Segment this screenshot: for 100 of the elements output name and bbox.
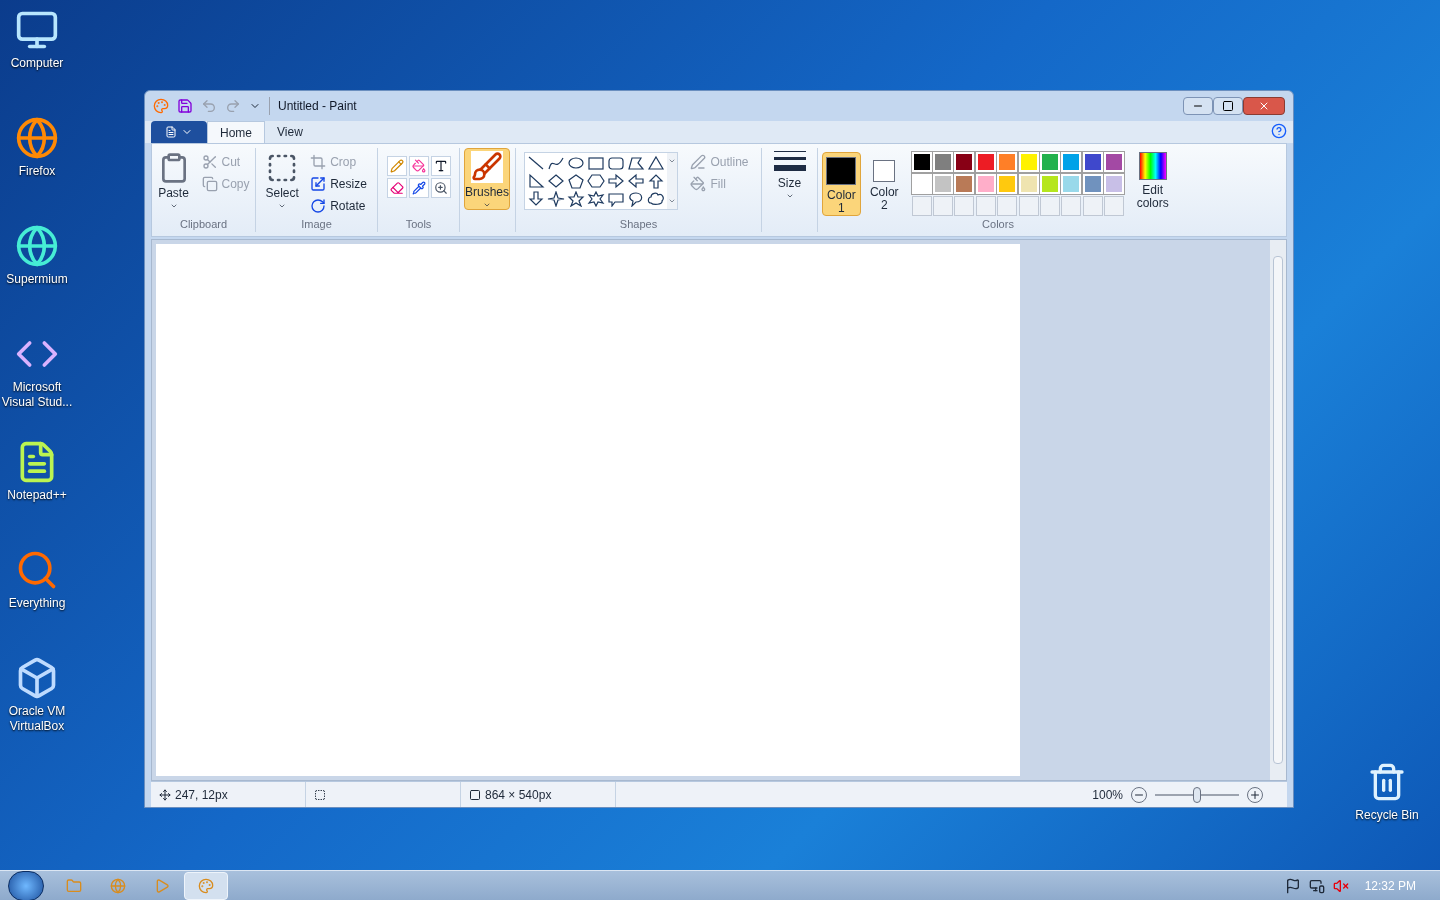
palette-swatch[interactable] bbox=[1082, 152, 1103, 172]
ribbon-tab[interactable]: Home bbox=[207, 121, 265, 143]
shape-icon[interactable] bbox=[527, 173, 546, 189]
shape-icon[interactable] bbox=[567, 191, 586, 207]
plus-icon bbox=[1249, 788, 1261, 801]
shape-icon[interactable] bbox=[607, 155, 626, 171]
vertical-scrollbar[interactable] bbox=[1270, 240, 1286, 780]
maximize-button[interactable] bbox=[1213, 97, 1243, 115]
flag-icon[interactable] bbox=[1284, 877, 1301, 894]
shape-icon[interactable] bbox=[547, 191, 566, 207]
file-menu-button[interactable] bbox=[151, 121, 207, 143]
line-width-icon bbox=[772, 148, 807, 174]
magnifier-icon[interactable] bbox=[430, 178, 451, 198]
rainbow-icon bbox=[1138, 152, 1167, 180]
edit-colors-button[interactable]: Edit colors bbox=[1131, 152, 1174, 216]
help-icon[interactable] bbox=[1271, 123, 1287, 139]
palette-swatch[interactable] bbox=[997, 174, 1018, 194]
selection-size-icon bbox=[314, 788, 326, 801]
group-label: Shapes bbox=[619, 217, 658, 232]
desktop-app-icon[interactable] bbox=[15, 116, 59, 160]
shape-icon[interactable] bbox=[607, 173, 626, 189]
palette-swatch[interactable] bbox=[1039, 174, 1060, 194]
ribbon-tab[interactable]: View bbox=[265, 121, 315, 143]
pencil-icon[interactable] bbox=[386, 156, 407, 176]
palette-swatch[interactable] bbox=[1082, 174, 1103, 194]
resize-icon bbox=[310, 176, 327, 192]
shape-icon[interactable] bbox=[547, 155, 566, 171]
rotate-icon bbox=[310, 198, 327, 214]
caret-icon bbox=[278, 202, 287, 210]
color-slot-button[interactable]: Color 2 bbox=[864, 152, 904, 216]
shape-icon[interactable] bbox=[547, 173, 566, 189]
start-button[interactable] bbox=[8, 870, 44, 900]
caret-icon bbox=[169, 202, 178, 210]
pen-icon bbox=[690, 154, 707, 170]
palette-swatch[interactable] bbox=[997, 152, 1018, 172]
desktop-app-icon[interactable] bbox=[15, 224, 59, 268]
paste-button[interactable]: Paste bbox=[153, 152, 194, 210]
palette-swatch[interactable] bbox=[954, 152, 975, 172]
scroll-down-icon[interactable] bbox=[668, 157, 677, 165]
group-label: Tools bbox=[405, 217, 432, 232]
palette-swatch[interactable] bbox=[911, 174, 932, 194]
canvas-size-icon bbox=[469, 788, 481, 801]
group-label: Clipboard bbox=[179, 217, 228, 232]
app-icon bbox=[153, 98, 169, 114]
paint-bucket-icon bbox=[690, 176, 707, 192]
palette-swatch[interactable] bbox=[1061, 152, 1082, 172]
desktop-icon-label: Firefox bbox=[18, 164, 56, 179]
shape-icon[interactable] bbox=[587, 173, 606, 189]
close-button[interactable] bbox=[1243, 97, 1285, 115]
network-icon[interactable] bbox=[1308, 877, 1325, 894]
shape-icon[interactable] bbox=[647, 155, 666, 171]
palette-swatch[interactable] bbox=[911, 152, 932, 172]
shape-icon[interactable] bbox=[567, 155, 586, 171]
desktop-icon-label: Oracle VM VirtualBox bbox=[7, 704, 67, 734]
desktop-icon-label: Computer bbox=[10, 56, 64, 71]
taskbar-app-button[interactable] bbox=[184, 871, 228, 900]
palette-swatch[interactable] bbox=[1039, 152, 1060, 172]
browser-icon bbox=[110, 877, 126, 894]
palette-swatch[interactable] bbox=[975, 174, 996, 194]
select-button[interactable]: Select bbox=[262, 152, 303, 216]
shape-icon[interactable] bbox=[627, 173, 646, 189]
shape-icon[interactable] bbox=[587, 191, 606, 207]
rotate-button[interactable]: Rotate bbox=[306, 196, 371, 216]
shape-icon[interactable] bbox=[607, 191, 626, 207]
palette-swatch[interactable] bbox=[1018, 152, 1039, 172]
palette-swatch[interactable] bbox=[954, 174, 975, 194]
desktop-icon-label: Supermium bbox=[6, 272, 68, 287]
media-icon bbox=[154, 877, 170, 894]
folder-icon bbox=[66, 877, 82, 894]
palette-swatch[interactable] bbox=[1103, 152, 1124, 172]
brush-icon bbox=[471, 151, 503, 183]
brushes-button[interactable]: Brushes bbox=[464, 148, 510, 210]
zoom-slider-thumb[interactable] bbox=[1193, 786, 1201, 803]
color-slot-button[interactable]: Color 1 bbox=[822, 152, 861, 216]
shape-icon[interactable] bbox=[647, 191, 666, 207]
size-button[interactable]: Size bbox=[770, 148, 809, 200]
desktop-icon-label: Notepad++ bbox=[7, 488, 67, 503]
shape-icon[interactable] bbox=[567, 173, 586, 189]
scissors-icon bbox=[201, 154, 218, 170]
text-tool-icon[interactable] bbox=[430, 156, 451, 176]
window-title: Untitled - Paint bbox=[269, 97, 357, 115]
color-picker-icon[interactable] bbox=[408, 178, 429, 198]
palette-swatch[interactable] bbox=[1018, 174, 1039, 194]
palette-swatch[interactable] bbox=[1103, 174, 1124, 194]
shape-icon[interactable] bbox=[527, 191, 546, 207]
palette-swatch[interactable] bbox=[1061, 174, 1082, 194]
shape-icon[interactable] bbox=[627, 155, 646, 171]
eraser-icon[interactable] bbox=[386, 178, 407, 198]
save-icon[interactable] bbox=[177, 98, 193, 114]
muted-speaker-icon[interactable] bbox=[1332, 877, 1349, 894]
shape-icon[interactable] bbox=[527, 155, 546, 171]
canvas-size: 864 × 540px bbox=[485, 786, 552, 804]
palette-swatch[interactable] bbox=[975, 152, 996, 172]
document-icon bbox=[165, 126, 177, 138]
palette-swatch[interactable] bbox=[933, 152, 954, 172]
palette-swatch[interactable] bbox=[933, 174, 954, 194]
resize-button[interactable]: Resize bbox=[306, 174, 371, 194]
shape-icon[interactable] bbox=[647, 173, 666, 189]
minimize-button[interactable] bbox=[1183, 97, 1213, 115]
expand-icon[interactable] bbox=[668, 197, 677, 205]
